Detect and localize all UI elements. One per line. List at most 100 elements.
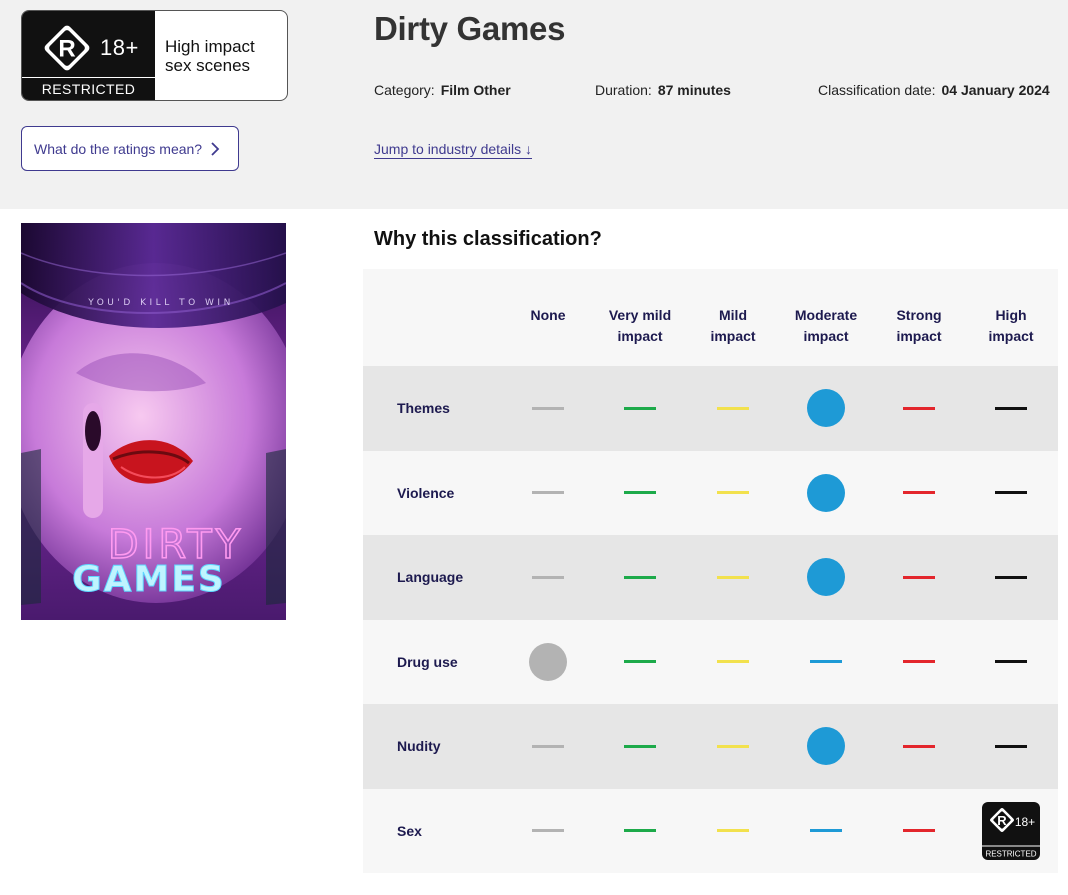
column-header-high-line-2: impact [988, 328, 1034, 344]
selected-level-dot [807, 473, 845, 512]
column-header-very-mild: Very mild impact [594, 305, 686, 347]
cell-nudity-high [965, 704, 1057, 789]
row-label-sex: Sex [397, 822, 422, 839]
column-header-mild-line-2: impact [710, 328, 756, 344]
level-dash-high [995, 491, 1027, 495]
column-header-moderate-line-2: impact [803, 328, 849, 344]
what-do-ratings-mean-button[interactable]: What do the ratings mean? [21, 126, 239, 171]
level-dash-strong [903, 406, 935, 410]
cell-sex-strong [873, 789, 965, 874]
level-dash-strong [903, 575, 935, 579]
consumer-advice-line-2: sex scenes [165, 56, 251, 75]
selected-level-dot [807, 389, 845, 428]
cell-sex-high: R 18+ RESTRICTED [965, 789, 1057, 874]
cell-nudity-very-mild [594, 704, 686, 789]
poster-tagline: YOU'D KILL TO WIN [87, 298, 234, 308]
cell-violence-very-mild [594, 451, 686, 536]
level-dash-strong [903, 660, 935, 664]
level-dash-high [995, 575, 1027, 579]
cell-violence-moderate [780, 451, 872, 536]
category-value: Film Other [440, 82, 511, 98]
cell-language-very-mild [594, 535, 686, 620]
cell-drug-use-moderate [780, 620, 872, 705]
cell-nudity-mild [687, 704, 779, 789]
svg-text:18+: 18+ [1015, 815, 1035, 829]
column-header-moderate: Moderate impact [780, 305, 872, 347]
cell-sex-very-mild [594, 789, 686, 874]
cell-nudity-strong [873, 704, 965, 789]
level-dash-mild [717, 406, 749, 410]
rating-band: RESTRICTED [22, 77, 155, 100]
poster-title-line-2: GAMES [72, 559, 226, 600]
cell-drug-use-strong [873, 620, 965, 705]
cell-themes-none [502, 366, 594, 451]
level-dash-very-mild [624, 829, 656, 833]
level-dash-none [532, 744, 564, 748]
duration-value: 87 minutes [657, 82, 731, 98]
row-label-drug-use: Drug use [397, 653, 458, 670]
selected-level-dot [529, 642, 567, 681]
column-header-mild-line-1: Mild [719, 307, 747, 323]
poster-artwork: YOU'D KILL TO WIN DIRTY GAMES [21, 223, 286, 620]
consumer-advice: High impact sex scenes [155, 11, 287, 100]
rating-badge: R 18+ RESTRICTED High impact sex scenes [21, 10, 288, 101]
column-header-strong: Strong impact [873, 305, 965, 347]
column-header-strong-line-2: impact [896, 328, 942, 344]
film-poster: YOU'D KILL TO WIN DIRTY GAMES [21, 223, 286, 620]
header-band: R 18+ RESTRICTED High impact sex scenes … [0, 0, 1068, 209]
classification-table: None Very mild impact Mild impact Moderate… [363, 269, 1058, 873]
cell-language-strong [873, 535, 965, 620]
level-dash-mild [717, 744, 749, 748]
chevron-right-icon [211, 141, 220, 156]
consumer-advice-line-1: High impact [165, 37, 255, 56]
level-dash-mild [717, 491, 749, 495]
column-header-none: None [502, 305, 594, 326]
level-dash-strong [903, 744, 935, 748]
selected-level-dot [807, 558, 845, 597]
level-dash-mild [717, 575, 749, 579]
level-dash-none [532, 575, 564, 579]
cell-violence-mild [687, 451, 779, 536]
cell-drug-use-mild [687, 620, 779, 705]
level-dash-strong [903, 491, 935, 495]
column-header-very-mild-line-2: impact [617, 328, 663, 344]
rating-symbol: R [58, 36, 75, 63]
row-label-nudity: Nudity [397, 738, 441, 755]
cell-themes-very-mild [594, 366, 686, 451]
level-dash-moderate [810, 829, 842, 833]
level-dash-very-mild [624, 744, 656, 748]
classification-rows: Themes Violence Language Drug use Nudity Sex R… [363, 366, 1058, 873]
level-dash-none [532, 491, 564, 495]
row-drug-use: Drug use [363, 619, 1058, 705]
cell-violence-high [965, 451, 1057, 536]
r18-rating-mark: R 18+ RESTRICTED [22, 11, 155, 100]
level-dash-mild [717, 829, 749, 833]
r-diamond-icon: R [44, 25, 90, 71]
cell-sex-moderate [780, 789, 872, 874]
cell-violence-strong [873, 451, 965, 536]
column-header-high: High impact [965, 305, 1057, 347]
column-header-mild: Mild impact [687, 305, 779, 347]
cell-language-high [965, 535, 1057, 620]
level-dash-very-mild [624, 575, 656, 579]
row-language: Language [363, 535, 1058, 620]
classification-table-header: None Very mild impact Mild impact Moderate… [363, 269, 1058, 366]
row-violence: Violence [363, 450, 1058, 536]
cell-language-mild [687, 535, 779, 620]
selected-level-dot [807, 727, 845, 766]
cell-nudity-none [502, 704, 594, 789]
level-dash-none [532, 406, 564, 410]
jump-to-industry-details-link[interactable]: Jump to industry details ↓ [374, 141, 532, 159]
svg-text:RESTRICTED: RESTRICTED [985, 849, 1036, 858]
page-title: Dirty Games [374, 10, 566, 47]
classification-heading: Why this classification? [374, 228, 602, 250]
column-header-moderate-line-1: Moderate [794, 307, 858, 323]
cell-themes-mild [687, 366, 779, 451]
duration-label: Duration: [595, 82, 652, 98]
row-label-violence: Violence [397, 484, 455, 501]
level-dash-moderate [810, 660, 842, 664]
row-nudity: Nudity [363, 704, 1058, 789]
cell-language-none [502, 535, 594, 620]
row-label-language: Language [397, 569, 464, 586]
level-dash-high [995, 744, 1027, 748]
